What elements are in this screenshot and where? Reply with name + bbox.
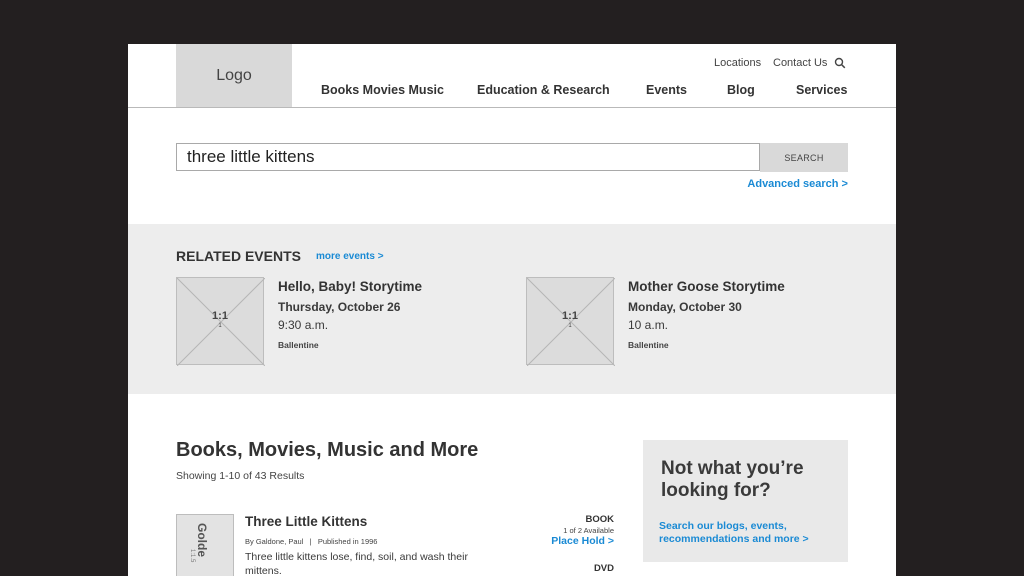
result-meta: By Galdone, Paul | Published in 1996 bbox=[245, 537, 378, 546]
event-time: 10 a.m. bbox=[628, 318, 669, 332]
event-date: Monday, October 30 bbox=[628, 300, 742, 314]
book-cover[interactable]: Golde 1:1.5 bbox=[176, 514, 234, 576]
contact-us-link[interactable]: Contact Us bbox=[773, 57, 827, 69]
book-cover-ratio: 1:1.5 bbox=[189, 549, 195, 563]
related-events-section: RELATED EVENTS more events > 1:1 1 Hello… bbox=[128, 224, 896, 394]
nav-events[interactable]: Events bbox=[646, 83, 687, 97]
search-input[interactable] bbox=[176, 143, 760, 171]
nav-books-movies-music[interactable]: Books Movies Music bbox=[321, 83, 444, 97]
not-found-heading: Not what you’re looking for? bbox=[661, 458, 804, 501]
more-events-link[interactable]: more events > bbox=[316, 251, 384, 262]
search-button[interactable]: SEARCH bbox=[760, 143, 848, 172]
search-icon[interactable] bbox=[834, 57, 846, 69]
result-title[interactable]: Three Little Kittens bbox=[245, 514, 367, 529]
locations-link[interactable]: Locations bbox=[714, 57, 761, 69]
results-count: Showing 1-10 of 43 Results bbox=[176, 470, 305, 482]
event-location: Ballentine bbox=[278, 340, 319, 350]
results-heading: Books, Movies, Music and More bbox=[176, 439, 479, 461]
result-description: Three little kittens lose, find, soil, a… bbox=[245, 551, 468, 576]
event-title[interactable]: Mother Goose Storytime bbox=[628, 279, 785, 294]
nav-services[interactable]: Services bbox=[796, 83, 847, 97]
page: Logo Locations Contact Us Books Movies M… bbox=[128, 44, 896, 576]
nav-blog[interactable]: Blog bbox=[727, 83, 755, 97]
image-ratio-sub: 1 bbox=[218, 323, 222, 329]
advanced-search-link[interactable]: Advanced search > bbox=[747, 178, 848, 190]
result-format-dvd: DVD bbox=[593, 563, 614, 574]
search-more-link[interactable]: Search our blogs, events, recommendation… bbox=[659, 520, 839, 546]
site-header: Logo Locations Contact Us Books Movies M… bbox=[128, 44, 896, 108]
book-cover-text: Golde bbox=[195, 523, 209, 558]
image-ratio-sub: 1 bbox=[568, 323, 572, 329]
event-title[interactable]: Hello, Baby! Storytime bbox=[278, 279, 422, 294]
logo[interactable]: Logo bbox=[176, 44, 292, 107]
placeholder-cross-icon bbox=[527, 278, 615, 366]
image-ratio-label: 1:1 bbox=[212, 310, 228, 322]
image-ratio-label: 1:1 bbox=[562, 310, 578, 322]
event-image-placeholder[interactable]: 1:1 1 bbox=[526, 277, 615, 366]
event-image-placeholder[interactable]: 1:1 1 bbox=[176, 277, 265, 366]
event-location: Ballentine bbox=[628, 340, 669, 350]
related-events-heading: RELATED EVENTS bbox=[176, 248, 301, 264]
place-hold-link[interactable]: Place Hold > bbox=[551, 535, 614, 547]
result-format: BOOK bbox=[585, 514, 615, 525]
not-found-box: Not what you’re looking for? Search our … bbox=[643, 440, 848, 562]
result-availability: 1 of 2 Available bbox=[563, 526, 614, 535]
placeholder-cross-icon bbox=[177, 278, 265, 366]
event-time: 9:30 a.m. bbox=[278, 318, 329, 332]
nav-education-research[interactable]: Education & Research bbox=[477, 83, 610, 97]
event-date: Thursday, October 26 bbox=[278, 300, 401, 314]
